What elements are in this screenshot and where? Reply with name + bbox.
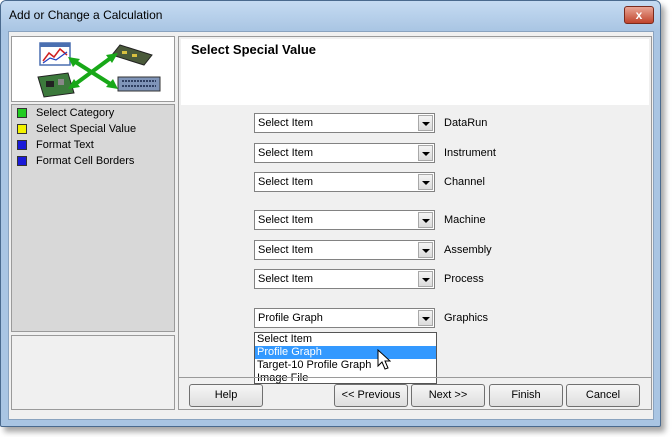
instrument-select[interactable]: Select Item [254,143,435,163]
step-status-icon [17,108,27,118]
chevron-down-icon[interactable] [418,145,433,161]
left-info-box [11,335,175,410]
step-select-special-value: Select Special Value [12,121,174,137]
dropdown-option-selected[interactable]: Profile Graph [255,346,436,359]
instrument-label: Instrument [444,147,496,159]
button-bar: Help << Previous Next >> Finish Cancel [178,377,652,410]
process-label: Process [444,273,484,285]
machine-select[interactable]: Select Item [254,210,435,230]
chevron-down-icon[interactable] [418,271,433,287]
select-value: Select Item [258,147,314,159]
select-value: Select Item [258,117,314,129]
dialog-client-area: Select Category Select Special Value For… [8,31,654,420]
assembly-label: Assembly [444,244,492,256]
step-format-cell-borders: Format Cell Borders [12,153,174,169]
dropdown-option[interactable]: Select Item [255,333,436,346]
chevron-down-icon[interactable] [418,115,433,131]
close-button[interactable]: x [624,6,654,24]
select-value: Profile Graph [258,312,323,324]
help-button[interactable]: Help [189,384,263,407]
previous-button[interactable]: << Previous [334,384,408,407]
assembly-select[interactable]: Select Item [254,240,435,260]
window-title: Add or Change a Calculation [9,8,163,22]
graphics-select[interactable]: Profile Graph [254,308,435,328]
step-label: Format Text [36,139,94,151]
panel-title: Select Special Value [191,42,317,57]
channel-label: Channel [444,176,485,188]
graphics-label: Graphics [444,312,489,324]
step-format-text: Format Text [12,137,174,153]
chevron-down-icon[interactable] [418,212,433,228]
title-bar[interactable]: Add or Change a Calculation x [1,1,660,31]
next-button[interactable]: Next >> [411,384,485,407]
select-value: Select Item [258,244,314,256]
step-label: Format Cell Borders [36,155,135,167]
right-panel: Select Special Value Select Item DataRun… [178,36,652,410]
datarun-label: DataRun [444,117,488,129]
machine-label: Machine [444,214,486,226]
datarun-select[interactable]: Select Item [254,113,435,133]
hardware-network-icon [37,42,161,98]
step-status-icon [17,140,27,150]
chevron-down-icon[interactable] [418,310,433,326]
select-value: Select Item [258,273,314,285]
channel-select[interactable]: Select Item [254,172,435,192]
wizard-logo [11,36,175,102]
mouse-pointer-icon [377,349,391,370]
process-select[interactable]: Select Item [254,269,435,289]
dialog-window: Add or Change a Calculation x Select Cat… [0,0,661,427]
wizard-steps-list: Select Category Select Special Value For… [11,104,175,332]
step-status-icon [17,124,27,134]
step-status-icon [17,156,27,166]
chevron-down-icon[interactable] [418,242,433,258]
select-value: Select Item [258,176,314,188]
left-panel: Select Category Select Special Value For… [11,36,175,410]
panel-header: Select Special Value [181,39,649,105]
step-select-category: Select Category [12,105,174,121]
finish-button[interactable]: Finish [489,384,563,407]
chevron-down-icon[interactable] [418,174,433,190]
dropdown-option[interactable]: Target-10 Profile Graph [255,359,436,372]
select-value: Select Item [258,214,314,226]
step-label: Select Special Value [36,123,137,135]
cancel-button[interactable]: Cancel [566,384,640,407]
step-label: Select Category [36,107,115,119]
